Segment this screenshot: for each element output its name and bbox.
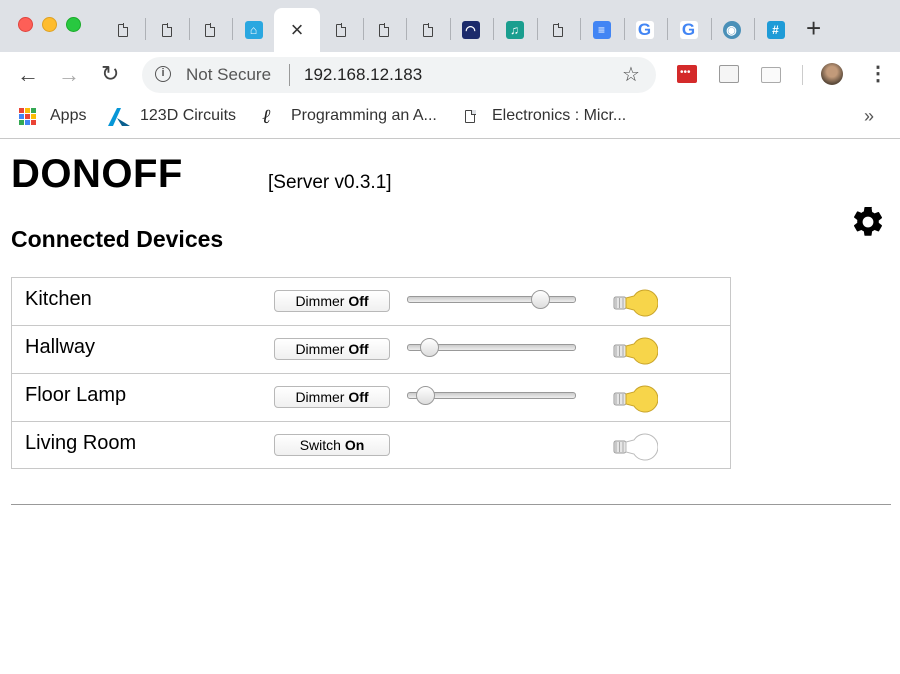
home-icon: ⌂ [244, 21, 263, 39]
extension-icon-2[interactable] [761, 67, 781, 83]
globe-icon: ◉ [722, 21, 741, 39]
toolbar-divider [802, 65, 803, 85]
device-mode-button[interactable]: Switch On [274, 434, 390, 456]
bookmark-electronics[interactable]: Electronics : Micr... [492, 107, 626, 125]
slider-thumb[interactable] [531, 290, 550, 309]
security-label: Not Secure [186, 65, 272, 84]
signal-icon: ◠ [461, 21, 480, 39]
device-name: Floor Lamp [25, 384, 127, 406]
browser-tab[interactable] [145, 8, 188, 52]
bookmarks-overflow-chevron[interactable]: » [864, 106, 874, 127]
dimmer-slider[interactable] [407, 290, 576, 309]
apps-icon[interactable] [19, 108, 36, 125]
bookmark-123d-circuits[interactable]: 123D Circuits [140, 107, 236, 125]
browser-tab[interactable]: ♫ [493, 8, 536, 52]
browser-tab[interactable] [188, 8, 231, 52]
bookmark-programming[interactable]: Programming an A... [291, 107, 437, 125]
document-icon [378, 23, 389, 37]
device-name: Kitchen [25, 288, 92, 310]
devices-table: Kitchen Dimmer Off Hallway Dimmer Off Floor … [11, 277, 731, 469]
browser-tab[interactable]: G [623, 8, 666, 52]
browser-tab[interactable]: # [754, 8, 797, 52]
forward-icon[interactable]: → [58, 62, 80, 88]
back-icon[interactable]: ← [17, 62, 39, 88]
section-title: Connected Devices [11, 226, 224, 252]
hash-icon: # [766, 21, 785, 39]
bulb-on-icon[interactable] [612, 384, 658, 414]
bookmarks-bar [0, 98, 900, 139]
button-type-label: Dimmer [295, 293, 345, 309]
browser-tab[interactable] [319, 8, 362, 52]
browser-tab[interactable]: ◠ [449, 8, 492, 52]
button-state-label: Off [348, 293, 369, 309]
slider-thumb[interactable] [420, 338, 439, 357]
slider-thumb[interactable] [416, 386, 435, 405]
info-icon[interactable]: i [155, 66, 171, 82]
device-mode-button[interactable]: Dimmer Off [274, 290, 390, 312]
server-version: [Server v0.3.1] [268, 172, 392, 193]
button-type-label: Switch [299, 437, 341, 453]
device-name: Living Room [25, 432, 137, 454]
browser-tab[interactable] [101, 8, 144, 52]
document-icon [161, 23, 172, 37]
google-icon: G [679, 20, 698, 39]
device-row: Hallway Dimmer Off [12, 326, 730, 374]
document-icon [465, 109, 476, 123]
dimmer-slider[interactable] [407, 386, 576, 405]
browser-tab[interactable]: ⌂ [232, 8, 275, 52]
device-row: Kitchen Dimmer Off [12, 278, 730, 326]
tab-strip: ⌂ × ◠ ♫ ≡ G G ◉ # + [0, 0, 900, 52]
dimmer-slider[interactable] [407, 338, 576, 357]
device-mode-button[interactable]: Dimmer Off [274, 338, 390, 360]
device-row: Living Room Switch On [12, 422, 730, 470]
close-window-button[interactable] [18, 17, 33, 32]
browser-tab[interactable] [406, 8, 449, 52]
bookmark-star-icon[interactable]: ☆ [622, 62, 640, 87]
url-text[interactable]: 192.168.12.183 [304, 65, 422, 85]
google-icon: G [635, 20, 654, 39]
button-state-label: Off [348, 389, 369, 405]
music-icon: ♫ [505, 21, 524, 39]
profile-avatar[interactable] [821, 63, 843, 85]
document-icon [335, 23, 346, 37]
button-state-label: Off [348, 341, 369, 357]
device-row: Floor Lamp Dimmer Off [12, 374, 730, 422]
omnibox-divider [289, 64, 290, 86]
document-icon [552, 23, 563, 37]
document-icon [117, 23, 128, 37]
close-icon[interactable]: × [291, 17, 304, 43]
gear-icon[interactable] [850, 204, 886, 240]
browser-tab[interactable]: ≡ [580, 8, 623, 52]
page-title: DONOFF [11, 152, 183, 196]
maximize-window-button[interactable] [66, 17, 81, 32]
document-icon [422, 23, 433, 37]
bookmark-apps[interactable]: Apps [50, 107, 86, 125]
device-name: Hallway [25, 336, 96, 358]
minimize-window-button[interactable] [42, 17, 57, 32]
browser-tab[interactable] [362, 8, 405, 52]
docs-icon: ≡ [592, 21, 611, 39]
autodesk-icon [108, 108, 130, 126]
button-type-label: Dimmer [295, 341, 345, 357]
menu-kebab-icon[interactable]: ⋮ [868, 61, 888, 86]
script-icon: ℓ [262, 104, 271, 128]
button-type-label: Dimmer [295, 389, 345, 405]
divider [11, 504, 891, 505]
browser-tab[interactable]: × [274, 8, 320, 52]
bulb-on-icon[interactable] [612, 288, 658, 318]
browser-tab[interactable]: ◉ [710, 8, 753, 52]
button-state-label: On [344, 437, 365, 453]
extension-icon[interactable] [719, 65, 739, 83]
reload-icon[interactable]: ↻ [101, 61, 119, 87]
new-tab-button[interactable]: + [806, 13, 821, 44]
browser-tab[interactable]: G [667, 8, 710, 52]
lastpass-extension-icon[interactable]: ••• [677, 65, 697, 83]
bulb-on-icon[interactable] [612, 336, 658, 366]
document-icon [204, 23, 215, 37]
device-mode-button[interactable]: Dimmer Off [274, 386, 390, 408]
browser-tab[interactable] [536, 8, 579, 52]
bulb-off-icon[interactable] [612, 432, 658, 462]
